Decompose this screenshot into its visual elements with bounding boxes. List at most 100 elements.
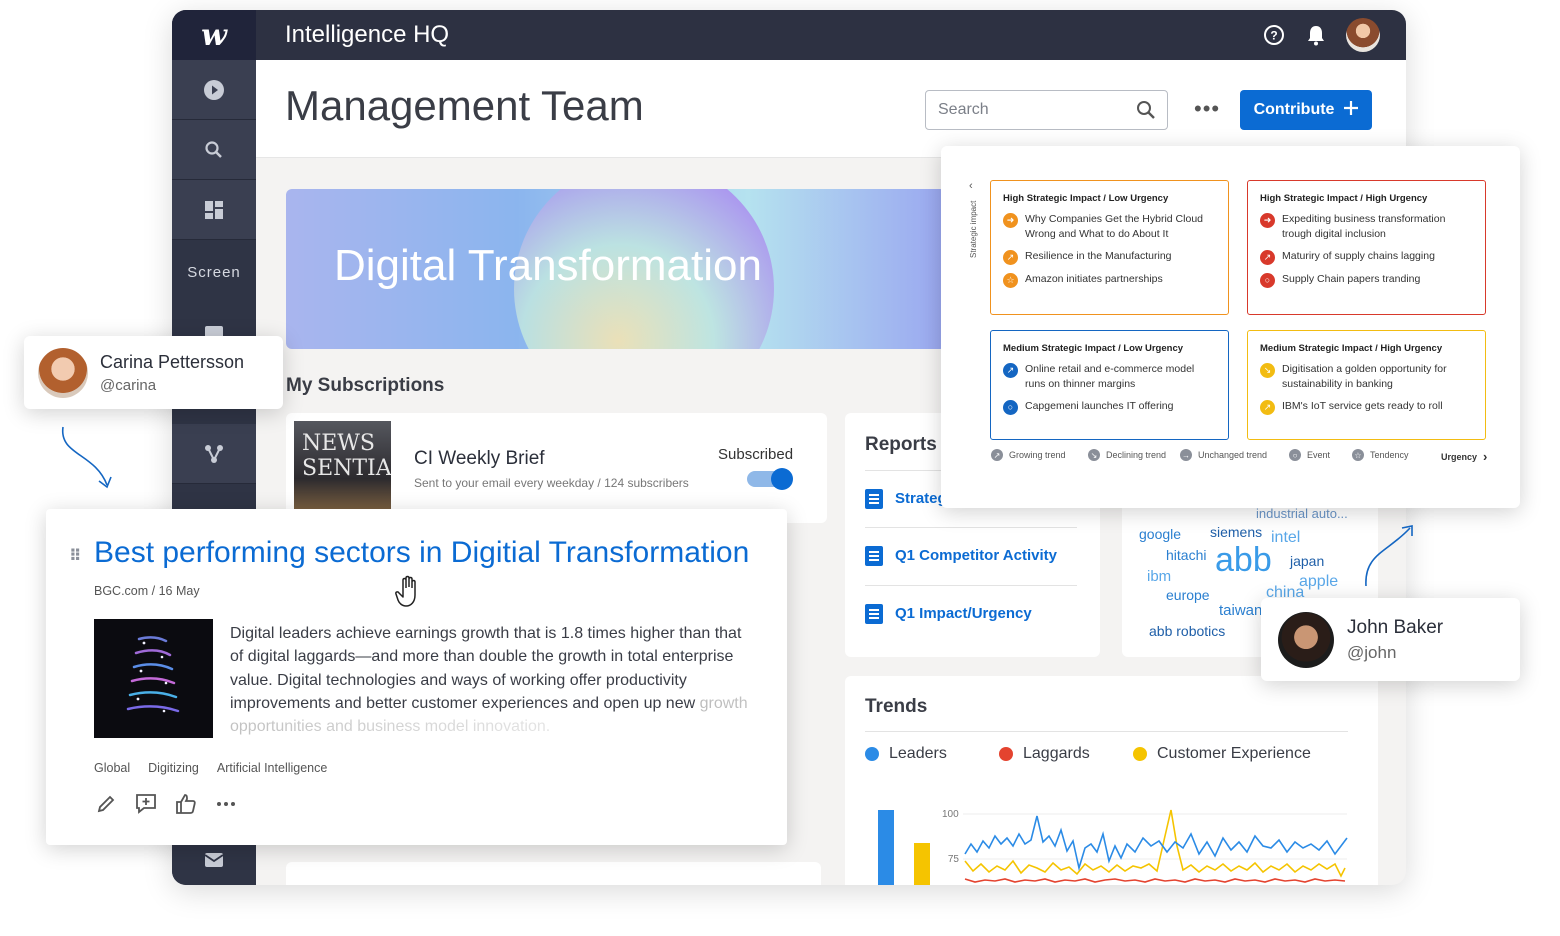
trends-legend: Leaders Laggards Customer Experience — [865, 745, 1311, 763]
quadrant-medium-impact-high-urgency[interactable]: Medium Strategic Impact / High Urgency ↘… — [1247, 330, 1486, 440]
tag[interactable]: Artificial Intelligence — [217, 761, 327, 775]
impact-urgency-matrix: ‹ Strategic impact High Strategic Impact… — [941, 146, 1520, 508]
legend-label: Tendency — [1370, 450, 1409, 460]
quadrant-item-label: IBM's IoT service gets ready to roll — [1282, 400, 1443, 413]
subscription-title[interactable]: CI Weekly Brief — [414, 448, 545, 470]
content-card-partial — [286, 862, 821, 885]
search-icon[interactable] — [172, 120, 256, 180]
arrow-down-right-icon: ↘ — [1260, 363, 1275, 378]
event-icon: ○ — [1260, 273, 1275, 289]
report-item-competitor[interactable]: Q1 Competitor Activity — [865, 527, 1077, 583]
word-cloud-term[interactable]: ibm — [1147, 568, 1171, 585]
tag[interactable]: Digitizing — [148, 761, 199, 775]
event-icon: ○ — [1003, 400, 1018, 416]
comment-add-icon[interactable] — [134, 792, 158, 816]
report-item-impact[interactable]: Q1 Impact/Urgency — [865, 585, 1077, 641]
word-cloud-term[interactable]: intel — [1271, 529, 1300, 547]
play-icon[interactable] — [172, 60, 256, 120]
subscribed-toggle[interactable] — [747, 468, 793, 490]
legend-declining-trend: ↘ Declining trend — [1088, 449, 1166, 461]
quadrant-high-impact-low-urgency[interactable]: High Strategic Impact / Low Urgency ➜ Why… — [990, 180, 1229, 315]
quadrant-item[interactable]: ☆ Amazon initiates partnerships — [1003, 272, 1216, 289]
legend-customer-experience[interactable]: Customer Experience — [1133, 745, 1311, 763]
word-cloud-term[interactable]: abb robotics — [1149, 623, 1225, 639]
word-cloud-term[interactable]: hitachi — [1166, 547, 1206, 563]
contribute-button[interactable]: Contribute — [1240, 90, 1372, 130]
word-cloud-term[interactable]: apple — [1299, 573, 1338, 591]
tendency-icon: ☆ — [1352, 449, 1364, 461]
quadrant-item[interactable]: ↘ Digitisation a golden opportunity for s… — [1260, 362, 1473, 392]
quadrant-item[interactable]: ↗ Maturiry of supply chains lagging — [1260, 249, 1473, 266]
dashboard-icon[interactable] — [172, 180, 256, 240]
quadrant-high-impact-high-urgency[interactable]: High Strategic Impact / High Urgency ➜ Ex… — [1247, 180, 1486, 315]
drag-handle-icon[interactable]: ⠿ — [69, 546, 81, 566]
document-icon — [865, 488, 883, 509]
sidebar-screen-label[interactable]: Screen — [172, 240, 256, 304]
page-header: Management Team Search ••• Contribute — [256, 60, 1406, 158]
article-card[interactable]: ⠿ Best performing sectors in Digitial Tr… — [46, 509, 787, 845]
word-cloud-term[interactable]: siemens — [1210, 524, 1262, 540]
quadrant-item[interactable]: ➜ Expediting business transformation trou… — [1260, 212, 1473, 242]
quadrant-item[interactable]: ➜ Why Companies Get the Hybrid Cloud Wron… — [1003, 212, 1216, 242]
word-cloud-term[interactable]: industrial auto... — [1256, 506, 1348, 521]
arrow-up-right-icon: ↗ — [1003, 363, 1018, 378]
arrow-up-right-icon: ↗ — [1260, 400, 1275, 416]
tick-label: 75 — [948, 854, 960, 865]
avatar-carina — [38, 347, 88, 398]
profile-card-carina[interactable]: Carina Pettersson @carina — [24, 336, 283, 409]
search-icon[interactable] — [1135, 99, 1157, 126]
arrow-connector-icon — [62, 426, 112, 489]
network-icon[interactable] — [172, 424, 256, 484]
word-cloud-term[interactable]: europe — [1166, 587, 1210, 603]
star-icon: ☆ — [1003, 273, 1018, 289]
quadrant-item[interactable]: ○ Capgemeni launches IT offering — [1003, 399, 1216, 416]
quadrant-item-label: Digitisation a golden opportunity for su… — [1282, 363, 1447, 391]
edit-icon[interactable] — [94, 792, 118, 816]
quadrant-medium-impact-low-urgency[interactable]: Medium Strategic Impact / Low Urgency ↗ O… — [990, 330, 1229, 440]
report-label: Q1 Competitor Activity — [895, 547, 1057, 564]
quadrant-item-label: Expediting business transformation troug… — [1282, 213, 1446, 241]
profile-handle: @john — [1347, 642, 1397, 662]
quadrant-item-label: Supply Chain papers tranding — [1282, 273, 1421, 286]
app-logo[interactable]: w — [172, 10, 256, 60]
quadrant-item[interactable]: ○ Supply Chain papers tranding — [1260, 272, 1473, 289]
quadrant-item-label: Amazon initiates partnerships — [1025, 273, 1163, 286]
profile-card-john[interactable]: John Baker @john — [1261, 598, 1520, 681]
legend-label: Customer Experience — [1157, 745, 1311, 762]
trends-card: Trends Leaders Laggards Customer Experie… — [845, 676, 1378, 885]
search-input[interactable]: Search — [925, 90, 1168, 130]
more-options-button[interactable]: ••• — [1194, 96, 1220, 122]
quadrant-item[interactable]: ↗ Resilience in the Manufacturing — [1003, 249, 1216, 266]
document-icon — [865, 603, 883, 624]
bell-icon[interactable] — [1304, 23, 1328, 47]
article-body-text: Digital leaders achieve earnings growth … — [230, 625, 742, 712]
legend-dot — [865, 747, 879, 761]
word-cloud-term[interactable]: japan — [1290, 553, 1324, 569]
report-label: Q1 Impact/Urgency — [895, 605, 1032, 622]
legend-laggards[interactable]: Laggards — [999, 745, 1133, 763]
word-cloud-term[interactable]: google — [1139, 526, 1181, 542]
quadrant-item[interactable]: ↗ IBM's IoT service gets ready to roll — [1260, 399, 1473, 416]
thumbs-up-icon[interactable] — [174, 792, 198, 816]
legend-leaders[interactable]: Leaders — [865, 745, 999, 763]
trends-title: Trends — [865, 696, 928, 717]
word-cloud-term[interactable]: taiwan — [1219, 602, 1262, 619]
arrow-up-right-icon: ↗ — [1003, 250, 1018, 266]
subscription-card[interactable]: NEWS SENTIAL CI Weekly Brief Sent to you… — [286, 413, 827, 523]
axis-label: Urgency — [1441, 451, 1478, 462]
help-icon[interactable]: ? — [1262, 23, 1286, 47]
hero-banner[interactable]: Digital Transformation — [286, 189, 946, 349]
legend-dot — [1133, 747, 1147, 761]
quadrant-item-label: Maturiry of supply chains lagging — [1282, 250, 1435, 263]
word-cloud-term[interactable]: abb — [1215, 541, 1272, 580]
user-avatar[interactable] — [1346, 18, 1380, 52]
subscription-meta: Sent to your email every weekday / 124 s… — [414, 476, 689, 490]
app-title: Intelligence HQ — [285, 21, 450, 48]
legend-label: Laggards — [1023, 745, 1090, 762]
svg-text:?: ? — [1270, 29, 1277, 43]
chevron-right-icon: › — [1483, 449, 1488, 464]
article-title[interactable]: Best performing sectors in Digitial Tran… — [94, 536, 749, 570]
more-icon[interactable] — [214, 792, 238, 816]
quadrant-item[interactable]: ↗ Online retail and e-commerce model runs… — [1003, 362, 1216, 392]
tag[interactable]: Global — [94, 761, 130, 775]
